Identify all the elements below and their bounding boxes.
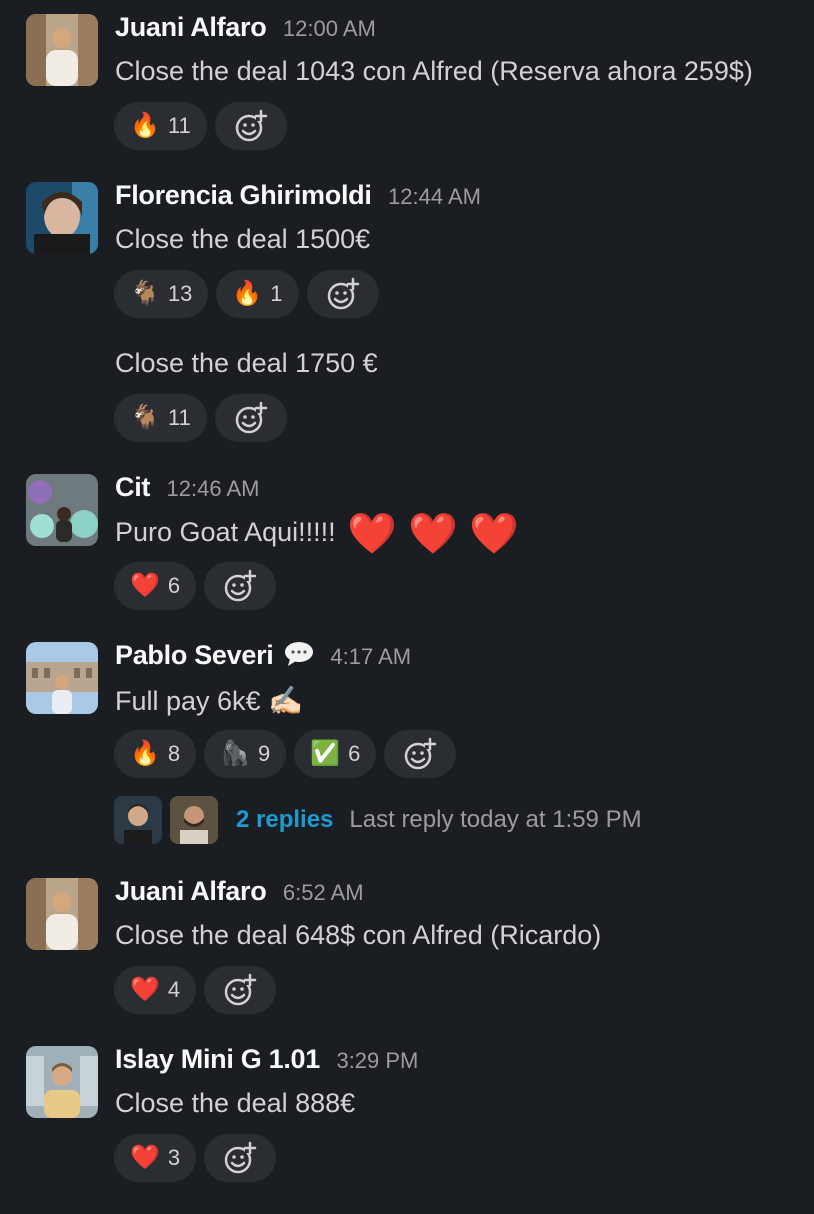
reaction-count: 6 (167, 573, 181, 598)
timestamp[interactable]: 3:29 PM (336, 1048, 418, 1073)
message-text-content: Full pay 6k€ (115, 686, 261, 716)
add-reaction-icon (405, 737, 437, 770)
reaction-count: 1 (270, 281, 283, 306)
author-name[interactable]: Florencia Ghirimoldi (115, 180, 372, 210)
author-name[interactable]: Cit (115, 472, 150, 502)
avatar[interactable] (26, 878, 98, 950)
fire-icon: 🔥 (130, 740, 160, 767)
reaction-bar: 🔥 8 🦍 9 ✅ 6 (114, 730, 457, 778)
goat-icon: 🐐 (130, 404, 160, 431)
add-reaction-button[interactable] (306, 270, 379, 318)
timestamp[interactable]: 4:17 AM (330, 644, 411, 669)
add-reaction-icon (235, 401, 267, 434)
writing-hand-icon: ✍🏻 (268, 685, 303, 716)
avatar[interactable] (26, 474, 98, 546)
avatar[interactable] (26, 642, 98, 714)
reaction-bar: ❤️ 6 (114, 562, 277, 610)
speech-bubble-icon (284, 642, 313, 666)
reaction-fire[interactable]: 🔥 1 (216, 270, 299, 318)
author-name[interactable]: Juani Alfaro (115, 876, 267, 906)
reply-avatar (170, 796, 218, 844)
add-reaction-button[interactable] (214, 102, 287, 150)
reaction-fire[interactable]: 🔥 11 (114, 102, 207, 150)
reaction-count: 9 (258, 741, 271, 766)
heart-icon: ❤️ (130, 572, 160, 599)
reaction-heart[interactable]: ❤️ 6 (114, 562, 197, 610)
message-text: Close the deal 888€ (115, 1088, 356, 1118)
heart-icon: ❤️ ❤️ ❤️ (347, 512, 519, 556)
avatar[interactable] (26, 1046, 98, 1118)
reaction-count: 6 (348, 741, 361, 766)
thread-summary[interactable]: 2 replies Last reply today at 1:59 PM (114, 796, 642, 844)
check-icon: ✅ (310, 740, 341, 767)
reaction-goat[interactable]: 🐐 13 (114, 270, 209, 318)
reaction-bar: ❤️ 3 (114, 1134, 277, 1182)
reaction-bar: 🔥 11 (114, 102, 287, 150)
reaction-heart[interactable]: ❤️ 3 (114, 1134, 197, 1182)
message-text: Close the deal 648$ con Alfred (Ricardo) (115, 920, 602, 950)
add-reaction-icon (327, 277, 359, 310)
author-name[interactable]: Islay Mini G 1.01 (115, 1044, 320, 1074)
reaction-gorilla[interactable]: 🦍 9 (204, 730, 287, 778)
reaction-bar: 🐐 13 🔥 1 (114, 270, 379, 318)
add-reaction-button[interactable] (204, 1134, 277, 1182)
add-reaction-icon (224, 569, 257, 602)
add-reaction-button[interactable] (204, 562, 277, 610)
message-text: Close the deal 1500€ (115, 224, 371, 254)
reaction-count: 11 (167, 113, 191, 138)
fire-icon: 🔥 (232, 280, 263, 307)
reaction-count: 4 (167, 977, 181, 1002)
author-name[interactable]: Juani Alfaro (115, 12, 267, 42)
gorilla-icon: 🦍 (220, 740, 251, 767)
add-reaction-icon (235, 109, 267, 142)
add-reaction-icon (224, 1141, 257, 1174)
reaction-count: 11 (167, 405, 191, 430)
thread-replies-link[interactable]: 2 replies (236, 806, 333, 834)
timestamp[interactable]: 12:44 AM (388, 184, 481, 209)
reaction-bar: ❤️ 4 (114, 966, 277, 1014)
reaction-count: 13 (167, 281, 193, 306)
message-text: Close the deal 1043 con Alfred (Reserva … (115, 56, 753, 86)
reply-avatar (114, 796, 162, 844)
reaction-bar: 🐐 11 (114, 394, 287, 442)
reaction-check[interactable]: ✅ 6 (294, 730, 377, 778)
avatar[interactable] (26, 182, 98, 254)
heart-icon: ❤️ (130, 976, 160, 1003)
message-text: Full pay 6k€ ✍🏻 (115, 684, 303, 717)
reaction-heart[interactable]: ❤️ 4 (114, 966, 197, 1014)
timestamp[interactable]: 12:00 AM (283, 16, 376, 41)
thread-last-reply: Last reply today at 1:59 PM (349, 806, 642, 833)
heart-icon: ❤️ (130, 1144, 160, 1171)
fire-icon: 🔥 (130, 112, 160, 139)
reaction-count: 3 (167, 1145, 181, 1170)
timestamp[interactable]: 6:52 AM (283, 880, 364, 905)
add-reaction-icon (224, 973, 257, 1006)
author-name[interactable]: Pablo Severi (115, 640, 274, 670)
add-reaction-button[interactable] (204, 966, 277, 1014)
timestamp[interactable]: 12:46 AM (167, 476, 260, 501)
message-text: Puro Goat Aqui!!!!! ❤️ ❤️ ❤️ (115, 510, 519, 557)
avatar[interactable] (26, 14, 98, 86)
add-reaction-button[interactable] (214, 394, 287, 442)
reaction-fire[interactable]: 🔥 8 (114, 730, 197, 778)
message-text: Close the deal 1750 € (115, 348, 378, 378)
goat-icon: 🐐 (130, 280, 160, 307)
add-reaction-button[interactable] (384, 730, 457, 778)
reaction-goat[interactable]: 🐐 11 (114, 394, 207, 442)
message-text-content: Puro Goat Aqui!!!!! (115, 517, 336, 547)
reaction-count: 8 (167, 741, 181, 766)
